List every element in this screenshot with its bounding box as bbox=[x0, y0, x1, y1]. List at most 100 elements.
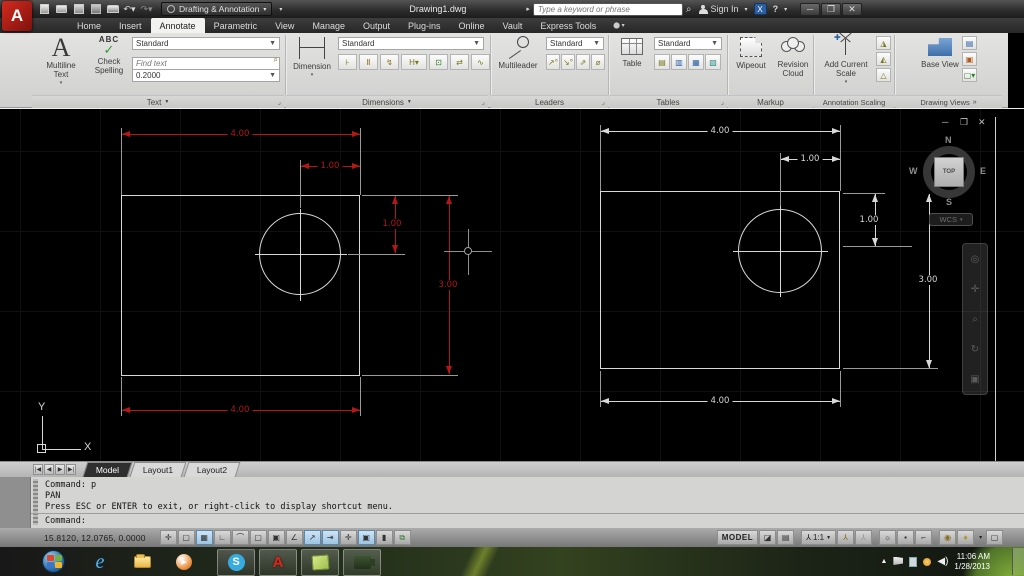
tab-plugins[interactable]: Plug-ins bbox=[399, 18, 450, 33]
annoscale-sync-icon[interactable]: △ bbox=[876, 68, 891, 82]
camera-taskbar-button[interactable] bbox=[343, 549, 381, 576]
layout-tab-icon[interactable]: ▤ bbox=[777, 530, 794, 545]
base-view-button[interactable]: Base View bbox=[920, 35, 960, 69]
plot-icon[interactable] bbox=[105, 2, 120, 16]
autocad-taskbar-button[interactable]: A bbox=[259, 549, 297, 576]
prev-layout-icon[interactable]: ◀ bbox=[44, 464, 54, 475]
dynamic-ucs-toggle[interactable]: ⇥ bbox=[322, 530, 339, 545]
application-menu-button[interactable]: A bbox=[2, 1, 32, 31]
object-snap-tracking-toggle[interactable]: ↗ bbox=[304, 530, 321, 545]
view-edit-icon[interactable]: ▢▾ bbox=[962, 68, 977, 82]
dim-linear-icon[interactable]: ⊦ bbox=[338, 54, 357, 70]
open-icon[interactable] bbox=[54, 2, 69, 16]
dim-inspect-icon[interactable]: ∿ bbox=[471, 54, 490, 70]
nav-zoom-icon[interactable]: ⌕ bbox=[972, 314, 978, 325]
command-prompt[interactable]: Command: bbox=[45, 516, 86, 526]
tab-annotate[interactable]: Annotate bbox=[151, 18, 205, 33]
qat-overflow-icon[interactable]: ▾ bbox=[273, 2, 288, 16]
tab-output[interactable]: Output bbox=[354, 18, 399, 33]
taskbar-clock[interactable]: 11:06 AM 1/28/2013 bbox=[954, 552, 990, 572]
table-button[interactable]: Table bbox=[613, 35, 651, 68]
clean-screen-icon[interactable]: ▢ bbox=[986, 530, 1003, 545]
workspace-switcher[interactable]: Drafting & Annotation ▾ bbox=[161, 2, 272, 16]
signin-caret-icon[interactable]: ▾ bbox=[745, 6, 748, 13]
leader-add-icon[interactable]: ↗° bbox=[546, 54, 560, 70]
leaders-dialog-launcher-icon[interactable]: ⌟ bbox=[602, 98, 605, 106]
status-overflow-icon[interactable]: ▾ bbox=[979, 534, 982, 541]
save-as-icon[interactable] bbox=[88, 2, 103, 16]
next-layout-icon[interactable]: ▶ bbox=[55, 464, 65, 475]
ribbon-minimize-icon[interactable]: ⬤ ▾ bbox=[613, 22, 624, 29]
add-current-scale-button[interactable]: ✚ Add Current Scale ▾ bbox=[818, 35, 874, 87]
ortho-mode-toggle[interactable]: ∟ bbox=[214, 530, 231, 545]
close-button[interactable]: ✕ bbox=[842, 3, 862, 16]
windows-explorer-icon[interactable] bbox=[123, 549, 161, 576]
table-extract-icon[interactable]: ▤ bbox=[654, 54, 670, 70]
workspace-switching-icon[interactable]: ☼ bbox=[879, 530, 896, 545]
wipeout-button[interactable]: Wipeout bbox=[731, 35, 771, 70]
annoscale-list-icon[interactable]: ◮ bbox=[876, 36, 891, 50]
exchange-apps-icon[interactable]: X bbox=[754, 3, 767, 15]
annotation-visibility-toggle[interactable]: ⅄ bbox=[837, 530, 854, 545]
nav-pan-icon[interactable]: ✛ bbox=[971, 284, 979, 295]
tab-vault[interactable]: Vault bbox=[494, 18, 532, 33]
viewcube-east[interactable]: E bbox=[980, 166, 986, 176]
check-spelling-button[interactable]: ABC ✓ Check Spelling bbox=[88, 35, 130, 75]
viewcube-top-face[interactable]: TOP bbox=[934, 157, 964, 187]
leaders-panel-label[interactable]: Leaders ⌟ bbox=[491, 95, 608, 108]
tab-view[interactable]: View bbox=[266, 18, 303, 33]
tab-layout1[interactable]: Layout1 bbox=[130, 462, 187, 477]
revision-cloud-button[interactable]: Revision Cloud bbox=[773, 35, 813, 78]
annoscale-panel-label[interactable]: Annotation Scaling bbox=[814, 95, 894, 108]
markup-panel-label[interactable]: Markup bbox=[728, 95, 813, 108]
minimize-button[interactable]: ─ bbox=[800, 3, 820, 16]
redo-icon[interactable]: ↷▾ bbox=[139, 2, 154, 16]
command-grip[interactable] bbox=[33, 479, 38, 525]
command-window[interactable]: Command: p PAN Press ESC or ENTER to exi… bbox=[0, 477, 1024, 528]
dim-baseline-icon[interactable]: H▾ bbox=[401, 54, 427, 70]
undo-icon[interactable]: ↶▾ bbox=[122, 2, 137, 16]
viewport-close-icon[interactable]: ✕ bbox=[978, 117, 986, 128]
search-expand-icon[interactable]: ▸ bbox=[526, 5, 530, 13]
search-input[interactable] bbox=[533, 3, 683, 16]
leader-collect-icon[interactable]: ⌀ bbox=[591, 54, 605, 70]
dim-reassociate-icon[interactable]: ⇄ bbox=[450, 54, 469, 70]
dimension-button[interactable]: Dimension ▾ bbox=[290, 35, 334, 80]
dynamic-input-toggle[interactable]: ✛ bbox=[340, 530, 357, 545]
snap-mode-toggle[interactable]: ▢ bbox=[178, 530, 195, 545]
table-download-icon[interactable]: ▧ bbox=[705, 54, 721, 70]
text-dialog-launcher-icon[interactable]: ⌟ bbox=[278, 98, 281, 106]
toolbar-lock-icon[interactable]: ▪ bbox=[897, 530, 914, 545]
transparency-toggle[interactable]: ▮ bbox=[376, 530, 393, 545]
viewport-restore-icon[interactable]: ❐ bbox=[960, 117, 968, 128]
drawing-canvas[interactable]: ─ ❐ ✕ 4.00 1.00 1.00 3.00 bbox=[0, 108, 1024, 461]
show-desktop-button[interactable] bbox=[1012, 548, 1024, 575]
leader-style-select[interactable]: Standard▼ bbox=[546, 37, 604, 50]
dim-style-select[interactable]: Standard▼ bbox=[338, 37, 484, 50]
annotation-scale-button[interactable]: ⅄ 1:1 ▼ bbox=[801, 530, 836, 545]
save-icon[interactable] bbox=[71, 2, 86, 16]
volume-icon[interactable]: ◀) bbox=[937, 556, 948, 567]
text-height-select[interactable]: 0.2000▼ bbox=[132, 69, 280, 82]
dim-update-icon[interactable]: ⊡ bbox=[429, 54, 448, 70]
lineweight-toggle[interactable]: ▣ bbox=[358, 530, 375, 545]
object-snap-toggle[interactable]: ▢ bbox=[250, 530, 267, 545]
views-panel-label[interactable]: Drawing Views» bbox=[895, 95, 1002, 108]
skype-taskbar-button[interactable]: S bbox=[217, 549, 255, 576]
tab-model[interactable]: Model bbox=[83, 462, 133, 477]
tab-express-tools[interactable]: Express Tools bbox=[531, 18, 605, 33]
multiline-text-button[interactable]: A Multiline Text ▾ bbox=[38, 35, 84, 88]
find-text-search-icon[interactable]: ⌕ bbox=[274, 55, 278, 65]
quick-properties-toggle[interactable]: ⧉ bbox=[394, 530, 411, 545]
media-player-icon[interactable]: ▶ bbox=[165, 549, 203, 576]
first-layout-icon[interactable]: |◀ bbox=[33, 464, 43, 475]
tab-home[interactable]: Home bbox=[68, 18, 110, 33]
table-upload-icon[interactable]: ▦ bbox=[688, 54, 704, 70]
nav-motion-icon[interactable]: ▣ bbox=[970, 374, 979, 385]
annoscale-addobjects-icon[interactable]: ◭ bbox=[876, 52, 891, 66]
leader-remove-icon[interactable]: ↘° bbox=[561, 54, 575, 70]
tray-app-icon[interactable]: ⠀ bbox=[909, 557, 917, 567]
help-caret-icon[interactable]: ▾ bbox=[784, 6, 787, 13]
wcs-menu[interactable]: WCS▾ bbox=[929, 213, 973, 226]
search-icon[interactable]: ⌕ bbox=[686, 4, 692, 15]
